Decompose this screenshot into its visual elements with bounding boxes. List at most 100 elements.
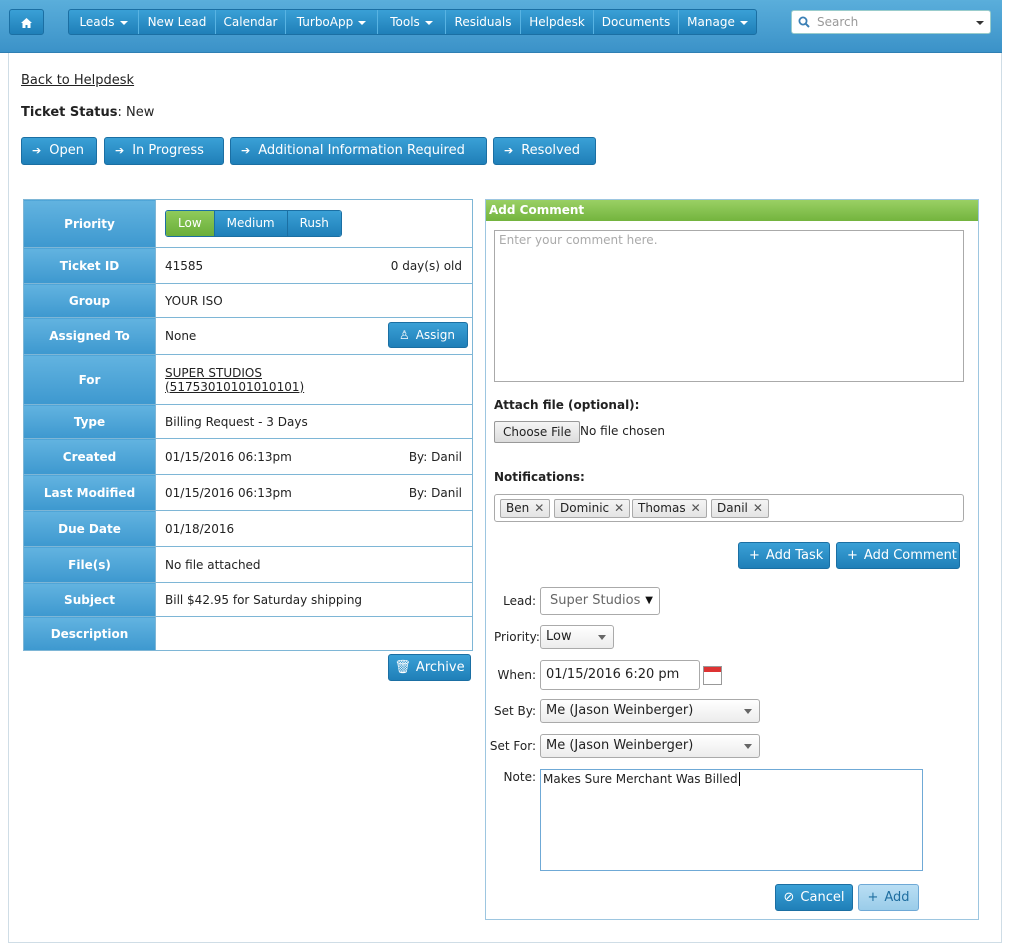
add-task-button[interactable]: + Add Task	[738, 542, 830, 569]
lead-label: Lead:	[503, 594, 536, 608]
chevron-down-icon	[739, 20, 748, 25]
notifications-input[interactable]: Ben ✕ Dominic ✕ Thomas ✕ Danil ✕	[494, 494, 964, 522]
choose-file-button[interactable]: Choose File	[494, 421, 581, 443]
close-icon[interactable]: ✕	[753, 501, 763, 515]
arrow-right-icon: ➔	[32, 144, 42, 157]
close-icon[interactable]: ✕	[691, 501, 701, 515]
nav-helpdesk[interactable]: Helpdesk	[521, 10, 594, 34]
priority-label: Priority	[23, 199, 156, 248]
priority-form-label: Priority:	[494, 630, 540, 644]
add-button[interactable]: + Add	[858, 884, 919, 911]
plus-icon: +	[867, 890, 879, 905]
ticket-id-value: 41585	[165, 258, 204, 273]
in-progress-button[interactable]: ➔ In Progress	[104, 137, 224, 165]
ticket-age: 0 day(s) old	[390, 258, 462, 273]
add-comment-button[interactable]: + Add Comment	[836, 542, 960, 569]
home-button[interactable]	[9, 9, 44, 35]
close-icon[interactable]: ✕	[534, 501, 544, 515]
file-status: No file chosen	[580, 424, 666, 438]
set-for-select[interactable]: Me (Jason Weinberger)	[540, 734, 760, 758]
when-input[interactable]: 01/15/2016 6:20 pm	[540, 660, 700, 690]
task-priority-select[interactable]: Low	[540, 625, 614, 649]
chevron-down-icon	[424, 20, 433, 25]
search-placeholder: Search	[817, 15, 859, 29]
notify-tag: Ben ✕	[500, 499, 551, 518]
close-icon[interactable]: ✕	[614, 501, 624, 515]
created-label: Created	[23, 438, 156, 475]
type-label: Type	[23, 404, 156, 439]
subject-label: Subject	[23, 582, 156, 617]
files-value: No file attached	[155, 546, 473, 583]
note-textarea[interactable]: Makes Sure Merchant Was Billed	[540, 769, 923, 871]
assigned-to-value: None	[165, 329, 197, 343]
priority-medium-button[interactable]: Medium	[213, 211, 287, 236]
ticket-id-label: Ticket ID	[23, 247, 156, 284]
text-cursor	[738, 772, 740, 786]
additional-info-button[interactable]: ➔ Additional Information Required	[230, 137, 487, 165]
nav-turboapp[interactable]: TurboApp	[286, 10, 378, 34]
nav-calendar[interactable]: Calendar	[216, 10, 286, 34]
cancel-icon: ⊘	[783, 890, 795, 905]
for-label: For	[23, 354, 156, 405]
group-value: YOUR ISO	[155, 283, 473, 318]
arrow-right-icon: ➔	[241, 144, 251, 157]
nav-leads[interactable]: Leads	[69, 10, 139, 34]
due-date-value: 01/18/2016	[155, 510, 473, 547]
set-by-label: Set By:	[493, 704, 536, 718]
resolved-button[interactable]: ➔ Resolved	[493, 137, 596, 165]
chevron-down-icon	[744, 744, 752, 749]
user-icon: ♙	[398, 328, 410, 342]
ticket-status-value: New	[125, 105, 155, 120]
created-by: By: Danil	[408, 449, 462, 464]
notify-tag: Thomas ✕	[632, 499, 707, 518]
lead-select[interactable]: Super Studios ▼	[540, 587, 660, 615]
priority-low-button[interactable]: Low	[166, 211, 214, 236]
chevron-down-icon	[744, 709, 752, 714]
home-icon	[21, 17, 32, 28]
comment-placeholder: Enter your comment here.	[499, 233, 658, 247]
arrow-right-icon: ➔	[504, 144, 514, 157]
priority-toggle: Low Medium Rush	[165, 210, 342, 237]
nav-documents[interactable]: Documents	[594, 10, 679, 34]
cancel-button[interactable]: ⊘ Cancel	[775, 884, 853, 911]
when-label: When:	[497, 668, 536, 682]
chevron-down-icon[interactable]	[976, 21, 984, 25]
note-label: Note:	[503, 770, 536, 784]
due-date-label: Due Date	[23, 510, 156, 547]
calendar-icon[interactable]	[703, 666, 722, 685]
set-by-select[interactable]: Me (Jason Weinberger)	[540, 699, 760, 723]
chevron-down-icon	[598, 635, 606, 640]
trash-icon: 🗑	[394, 660, 411, 675]
arrow-right-icon: ➔	[115, 144, 125, 157]
nav-new-lead[interactable]: New Lead	[139, 10, 216, 34]
search-input[interactable]: Search	[791, 10, 991, 34]
top-navigation-bar: Leads New Lead Calendar TurboApp Tools R…	[0, 0, 1002, 53]
subject-value: Bill $42.95 for Saturday shipping	[155, 582, 473, 617]
notify-tag: Danil ✕	[711, 499, 769, 518]
set-for-label: Set For:	[489, 739, 536, 753]
group-label: Group	[23, 283, 156, 318]
plus-icon: +	[847, 548, 858, 563]
ticket-details-table: Priority Low Medium Rush Ticket ID 41585…	[23, 199, 473, 651]
back-to-helpdesk-link[interactable]: Back to Helpdesk	[21, 73, 134, 88]
priority-rush-button[interactable]: Rush	[286, 211, 341, 236]
archive-button[interactable]: 🗑 Archive	[388, 654, 471, 681]
search-icon	[798, 16, 810, 28]
panel-title: Add Comment	[486, 200, 978, 221]
nav-manage[interactable]: Manage	[679, 10, 756, 34]
plus-icon: +	[749, 548, 760, 563]
attach-file-label: Attach file (optional):	[494, 398, 640, 412]
nav-residuals[interactable]: Residuals	[446, 10, 521, 34]
add-comment-panel: Add Comment Enter your comment here. Att…	[485, 199, 979, 920]
description-value	[155, 616, 473, 651]
main-menu: Leads New Lead Calendar TurboApp Tools R…	[68, 9, 757, 35]
open-button[interactable]: ➔ Open	[21, 137, 97, 165]
type-value: Billing Request - 3 Days	[155, 404, 473, 439]
for-merchant-link[interactable]: SUPER STUDIOS (51753010101010101)	[165, 366, 472, 394]
assign-button[interactable]: ♙ Assign	[387, 322, 468, 348]
comment-textarea[interactable]: Enter your comment here.	[494, 230, 964, 382]
notify-tag: Dominic ✕	[554, 499, 631, 518]
nav-tools[interactable]: Tools	[378, 10, 446, 34]
caret-down-icon: ▼	[645, 595, 653, 606]
notifications-label: Notifications:	[494, 470, 585, 484]
